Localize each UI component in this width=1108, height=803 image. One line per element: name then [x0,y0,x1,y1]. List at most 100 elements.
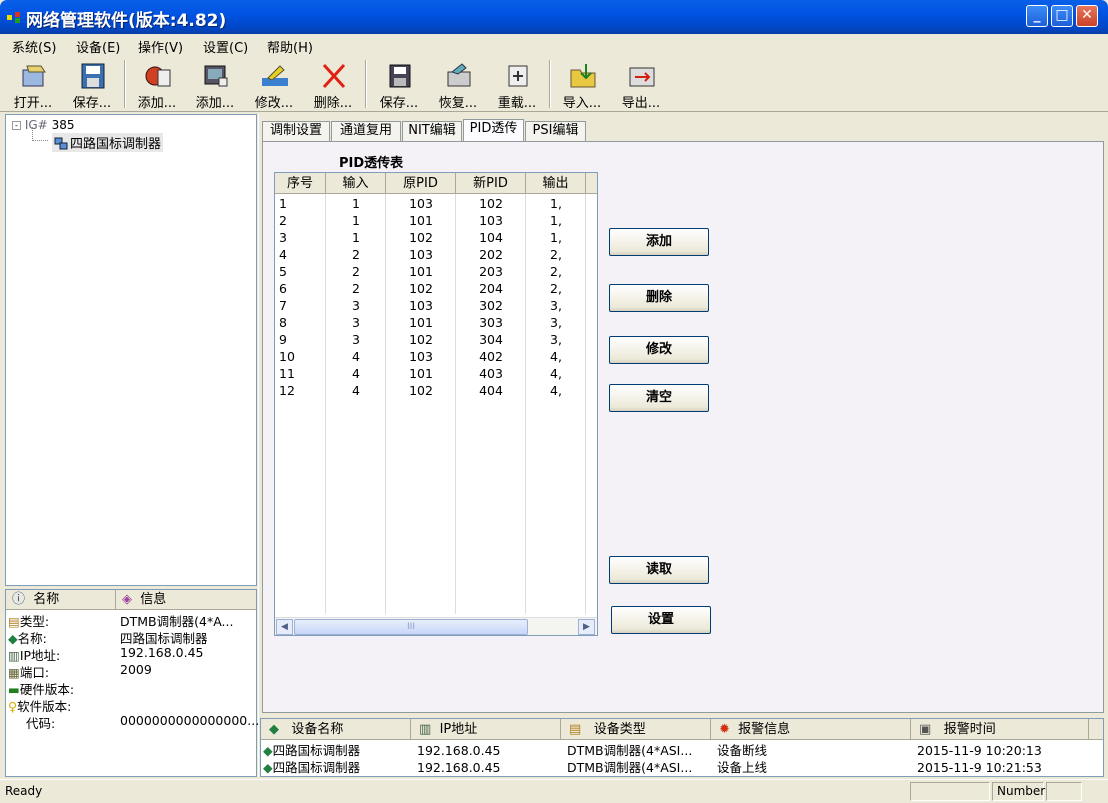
table-cell: 101 [409,366,433,381]
table-cell: 4, [550,366,562,381]
table-row[interactable]: 8 3 101 303 3, [275,314,585,331]
alarm-col-name[interactable]: ◆ 设备名称 [261,719,411,740]
table-row[interactable]: 11 4 101 403 4, [275,365,585,382]
modify-button[interactable]: 修改... [245,58,303,111]
scroll-right-icon[interactable]: ▶ [578,619,595,635]
menu-system[interactable]: 系统(S) [12,37,56,56]
tree-node-modulator[interactable]: 四路国标调制器 [52,133,164,152]
add-device-button[interactable]: 添加... [186,58,244,111]
add-pid-button[interactable]: 添加 [609,228,709,256]
info-row-sw: ♀软件版本: [8,699,72,714]
table-cell: 5 [279,264,287,279]
collapse-icon[interactable]: - [12,121,21,130]
col-index[interactable]: 序号 [275,173,326,194]
table-cell: 3 [352,332,360,347]
type-icon: ▤ [8,614,20,629]
ip-icon: ▥ [8,648,20,663]
info-header-info[interactable]: ◈ 信息 [116,590,256,610]
menu-device[interactable]: 设备(E) [76,37,120,56]
export-icon [629,67,655,87]
vertical-splitter[interactable] [258,114,261,777]
menu-operation[interactable]: 操作(V) [138,37,183,56]
table-cell: 102 [479,196,503,211]
save-button[interactable]: 保存... [63,58,121,111]
tab-pid[interactable]: PID透传 [463,119,524,141]
table-cell: 303 [479,315,503,330]
pid-table-title: PID透传表 [339,156,404,171]
col-output[interactable]: 输出 [526,173,586,194]
alarm-col-info[interactable]: ✹ 报警信息 [711,719,911,740]
table-row[interactable]: 9 3 102 304 3, [275,331,585,348]
clear-pid-button[interactable]: 清空 [609,384,709,412]
menu-help[interactable]: 帮助(H) [267,37,313,56]
table-row[interactable]: 2 1 101 103 1, [275,212,585,229]
add-group-button[interactable]: 添加... [128,58,186,111]
tab-nit[interactable]: NIT编辑 [402,121,462,141]
table-row[interactable]: 3 1 102 104 1, [275,229,585,246]
table-cell: 103 [479,213,503,228]
table-cell: 3, [550,315,562,330]
delete-pid-button[interactable]: 删除 [609,284,709,312]
export-button[interactable]: 导出... [612,58,670,111]
table-cell: 404 [479,383,503,398]
device-tree[interactable]: - IG# 385 四路国标调制器 [5,114,257,586]
col-input[interactable]: 输入 [326,173,386,194]
alarm-col-time[interactable]: ▣ 报警时间 [911,719,1089,740]
restore-button[interactable]: 恢复... [429,58,487,111]
add-group-icon [145,66,171,87]
alarm-col-ip[interactable]: ▥ IP地址 [411,719,561,740]
clock-icon: ▣ [919,722,932,737]
table-row[interactable]: 12 4 102 404 4, [275,382,585,399]
table-row[interactable]: 4 2 103 202 2, [275,246,585,263]
minimize-button[interactable]: _ [1026,5,1048,27]
delete-button[interactable]: 删除... [304,58,362,111]
alarm-row[interactable]: ◆四路国标调制器 192.168.0.45 DTMB调制器(4*ASI... 设备断线… [261,742,1091,759]
table-cell: 103 [409,349,433,364]
modify-pid-button[interactable]: 修改 [609,336,709,364]
col-src-pid[interactable]: 原PID [386,173,456,194]
table-cell: 6 [279,281,287,296]
horizontal-scrollbar[interactable]: ◀ III ▶ [275,617,597,635]
tab-multiplex[interactable]: 通道复用 [331,121,401,141]
table-cell: 103 [409,196,433,211]
table-cell: 403 [479,366,503,381]
alarm-cell: DTMB调制器(4*ASI... [567,743,693,758]
maximize-button[interactable]: □ [1051,5,1073,27]
scroll-left-icon[interactable]: ◀ [276,619,293,635]
read-button[interactable]: 读取 [609,556,709,584]
table-row[interactable]: 5 2 101 203 2, [275,263,585,280]
tab-modulation[interactable]: 调制设置 [262,121,330,141]
menu-settings[interactable]: 设置(C) [203,37,248,56]
tree-root-label: 385 [51,118,75,132]
info-header-name[interactable]: ⓘ 名称 [6,590,116,610]
alarm-col-type[interactable]: ▤ 设备类型 [561,719,711,740]
import-button[interactable]: 导入... [553,58,611,111]
table-row[interactable]: 1 1 103 102 1, [275,195,585,212]
table-cell: 3, [550,332,562,347]
app-icon [7,12,20,23]
pid-table[interactable]: 序号 输入 原PID 新PID 输出 1 1 103 102 1, 2 1 101 103 1, 3… [274,172,598,636]
table-row[interactable]: 6 2 102 204 2, [275,280,585,297]
alarm-list[interactable]: ◆ 设备名称 ▥ IP地址 ▤ 设备类型 ✹ 报警信息 ▣ 报警时间 ◆四路国标… [260,718,1104,777]
table-cell: 103 [409,298,433,313]
set-button[interactable]: 设置 [611,606,711,634]
col-new-pid[interactable]: 新PID [456,173,526,194]
table-cell: 102 [409,332,433,347]
table-row[interactable]: 7 3 103 302 3, [275,297,585,314]
table-cell: 3 [279,230,287,245]
info-row-type: ▤类型: DTMB调制器(4*A... [8,614,234,629]
reload-button[interactable]: 重载... [488,58,546,111]
table-cell: 101 [409,264,433,279]
close-button[interactable]: ✕ [1076,5,1098,27]
open-button[interactable]: 打开... [4,58,62,111]
table-cell: 1 [352,196,360,211]
import-icon [570,64,596,88]
alarm-row[interactable]: ◆四路国标调制器 192.168.0.45 DTMB调制器(4*ASI... 设备上线… [261,759,1091,776]
tree-root[interactable]: - IG# 385 [12,118,74,132]
add-device-icon [204,65,228,87]
table-row[interactable]: 10 4 103 402 4, [275,348,585,365]
table-cell: 4 [279,247,287,262]
scroll-thumb[interactable]: III [294,619,528,635]
tab-psi[interactable]: PSI编辑 [525,121,586,141]
save-config-button[interactable]: 保存... [370,58,428,111]
